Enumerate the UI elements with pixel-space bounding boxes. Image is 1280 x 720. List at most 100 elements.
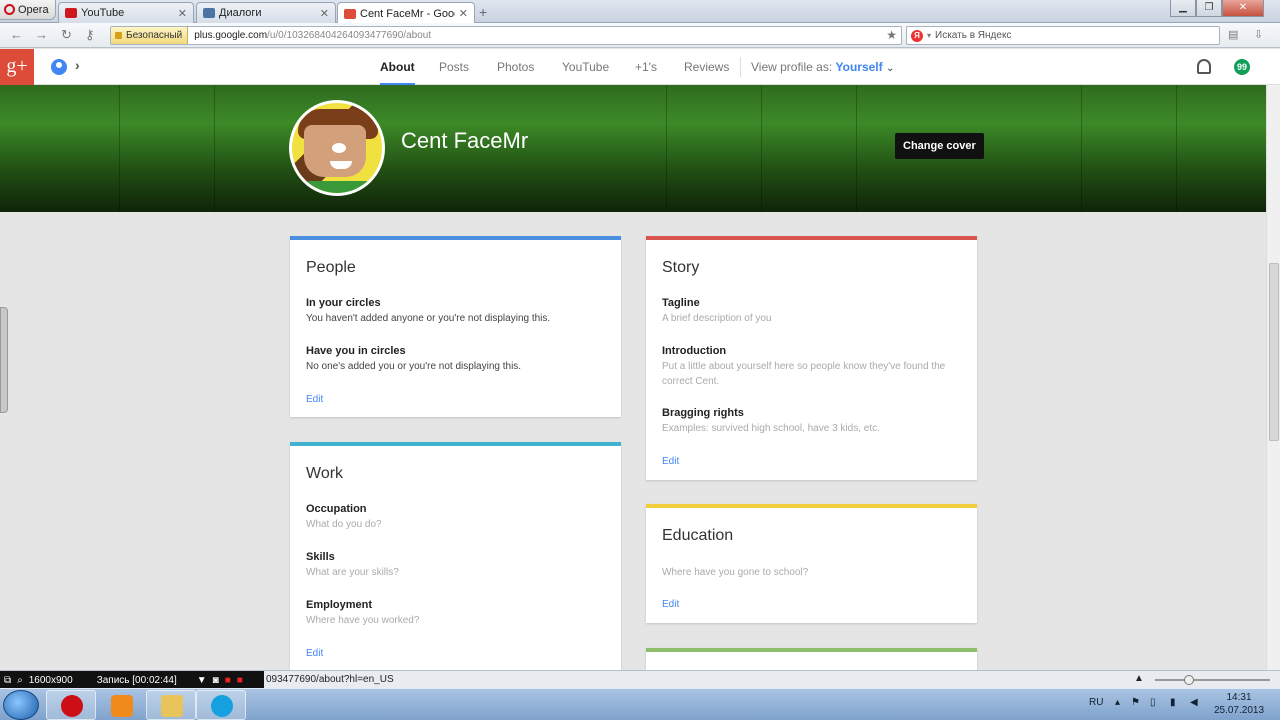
cover-tile <box>1082 85 1177 212</box>
side-panel-handle[interactable] <box>0 307 8 413</box>
stop-icon[interactable]: ■ <box>237 675 243 686</box>
bell-icon[interactable] <box>1197 59 1211 74</box>
url-field[interactable]: Безопасный plus.google.com/u/0/103268404… <box>110 26 902 45</box>
zoom-slider-knob[interactable] <box>1184 675 1194 685</box>
reload-icon[interactable]: ↻ <box>61 27 72 43</box>
tab-youtube[interactable]: YouTube ✕ <box>58 2 194 23</box>
opera-menu-label: Opera <box>18 3 49 16</box>
volume-icon[interactable]: ◀ <box>1190 697 1198 708</box>
view-profile-as[interactable]: View profile as: Yourself ⌄ <box>751 49 894 87</box>
person-icon[interactable] <box>51 59 67 75</box>
edit-link[interactable]: Edit <box>306 394 323 405</box>
camera-icon[interactable]: ◙ <box>213 675 219 686</box>
google-plus-favicon-icon <box>344 8 356 19</box>
field-title: Tagline <box>662 297 700 309</box>
tab-reviews[interactable]: Reviews <box>684 49 729 85</box>
zoom-slider[interactable] <box>1155 679 1270 681</box>
plus-icon[interactable]: + <box>479 4 487 20</box>
field-title: Occupation <box>306 503 367 515</box>
network-icon[interactable]: ▮ <box>1170 697 1176 708</box>
tab-about[interactable]: About <box>380 49 415 85</box>
work-card: Work Occupation What do you do? Skills W… <box>290 442 621 672</box>
arrow-up-icon[interactable]: ▲ <box>1134 673 1144 684</box>
tab-label: YouTube <box>81 7 125 19</box>
field-placeholder: A brief description of you <box>662 313 772 324</box>
field-placeholder: Put a little about yourself here so peop… <box>662 361 946 387</box>
edit-link[interactable]: Edit <box>662 599 679 610</box>
hangouts-icon[interactable]: 99 <box>1234 59 1250 75</box>
tab-dialogs[interactable]: Диалоги ✕ <box>196 2 336 23</box>
tray-arrow-icon[interactable]: ▴ <box>1115 697 1120 708</box>
start-button[interactable] <box>3 690 39 720</box>
cover-tile <box>572 85 667 212</box>
tab-photos[interactable]: Photos <box>497 49 534 85</box>
education-card: Education Where have you gone to school?… <box>646 504 977 623</box>
change-cover-button[interactable]: Change cover <box>895 133 984 159</box>
avatar[interactable] <box>289 100 385 196</box>
chevron-down-icon[interactable]: ▾ <box>927 31 931 40</box>
search-input[interactable]: Я ▾ Искать в Яндекс <box>906 26 1220 45</box>
magnifier-icon[interactable]: ⌕ <box>17 675 23 686</box>
bookmark-star-icon[interactable]: ★ <box>886 28 897 42</box>
taskbar-clock[interactable]: 14:31 25.07.2013 <box>1208 691 1270 717</box>
taskbar-media-player[interactable] <box>96 690 146 720</box>
field-title: Have you in circles <box>306 345 406 357</box>
key-icon[interactable]: ⚷ <box>85 27 95 43</box>
vk-favicon-icon <box>203 8 215 18</box>
opera-menu-button[interactable]: Opera <box>0 0 56 20</box>
vertical-scrollbar[interactable] <box>1266 85 1280 670</box>
close-window-icon[interactable]: ✕ <box>1222 0 1264 17</box>
back-arrow-icon[interactable]: ← <box>10 27 23 42</box>
edit-link[interactable]: Edit <box>306 648 323 659</box>
recorder-resolution: 1600x900 <box>28 674 73 686</box>
url-host: plus.google.com <box>194 30 268 41</box>
forward-arrow-icon[interactable]: → <box>35 27 48 42</box>
tab-plus-ones[interactable]: +1's <box>635 49 657 85</box>
window-icon[interactable]: ⧉ <box>4 675 11 686</box>
restore-icon[interactable]: ❐ <box>1196 0 1222 17</box>
tab-posts[interactable]: Posts <box>439 49 469 85</box>
search-placeholder: Искать в Яндекс <box>935 30 1012 41</box>
close-tab-icon[interactable]: ✕ <box>178 7 187 20</box>
taskbar-opera[interactable] <box>46 690 96 720</box>
google-plus-logo[interactable]: g+ <box>0 49 34 85</box>
tab-label: Диалоги <box>219 7 262 19</box>
edit-link[interactable]: Edit <box>662 456 679 467</box>
taskbar-skype[interactable] <box>196 690 246 720</box>
gplus-header: g+ › About Posts Photos YouTube +1's Rev… <box>0 49 1280 85</box>
cover-tile <box>762 85 857 212</box>
flag-icon[interactable]: ⚑ <box>1131 697 1140 708</box>
language-indicator[interactable]: RU <box>1089 697 1103 708</box>
taskbar-explorer[interactable] <box>146 690 196 720</box>
profile-cover: Cent FaceMr Change cover <box>0 85 1266 212</box>
field-placeholder: Where have you gone to school? <box>662 567 809 578</box>
security-badge[interactable]: Безопасный <box>111 27 189 44</box>
chevron-right-icon[interactable]: › <box>75 57 80 73</box>
nav-divider <box>740 57 741 77</box>
skype-icon <box>211 695 233 717</box>
page-icon[interactable]: ▤ <box>1228 28 1238 41</box>
url-path: /u/0/103268404264093477690/about <box>267 30 432 41</box>
scrollbar-thumb[interactable] <box>1269 263 1279 441</box>
view-profile-value[interactable]: Yourself <box>836 60 883 74</box>
security-label: Безопасный <box>126 30 183 41</box>
tab-google-plus[interactable]: Cent FaceMr - Google+ ✕ <box>337 2 475 24</box>
field-title: In your circles <box>306 297 381 309</box>
lock-icon <box>115 32 122 39</box>
close-tab-icon[interactable]: ✕ <box>459 7 468 20</box>
power-icon[interactable]: ▯ <box>1150 697 1156 708</box>
minimize-icon[interactable]: ▁ <box>1170 0 1196 17</box>
tab-youtube-profile[interactable]: YouTube <box>562 49 609 85</box>
record-icon[interactable]: ■ <box>225 675 231 686</box>
clock-time: 14:31 <box>1226 692 1252 703</box>
people-card: People In your circles You haven't added… <box>290 236 621 417</box>
youtube-favicon-icon <box>65 8 77 18</box>
opera-icon <box>4 4 15 15</box>
field-value: No one's added you or you're not display… <box>306 361 522 372</box>
cover-tile <box>120 85 215 212</box>
download-icon[interactable]: ⇩ <box>1254 28 1263 41</box>
chevron-down-icon[interactable]: ⌄ <box>886 63 894 74</box>
dropdown-icon[interactable]: ▼ <box>197 675 207 686</box>
cover-tile <box>987 85 1082 212</box>
close-tab-icon[interactable]: ✕ <box>320 7 329 20</box>
